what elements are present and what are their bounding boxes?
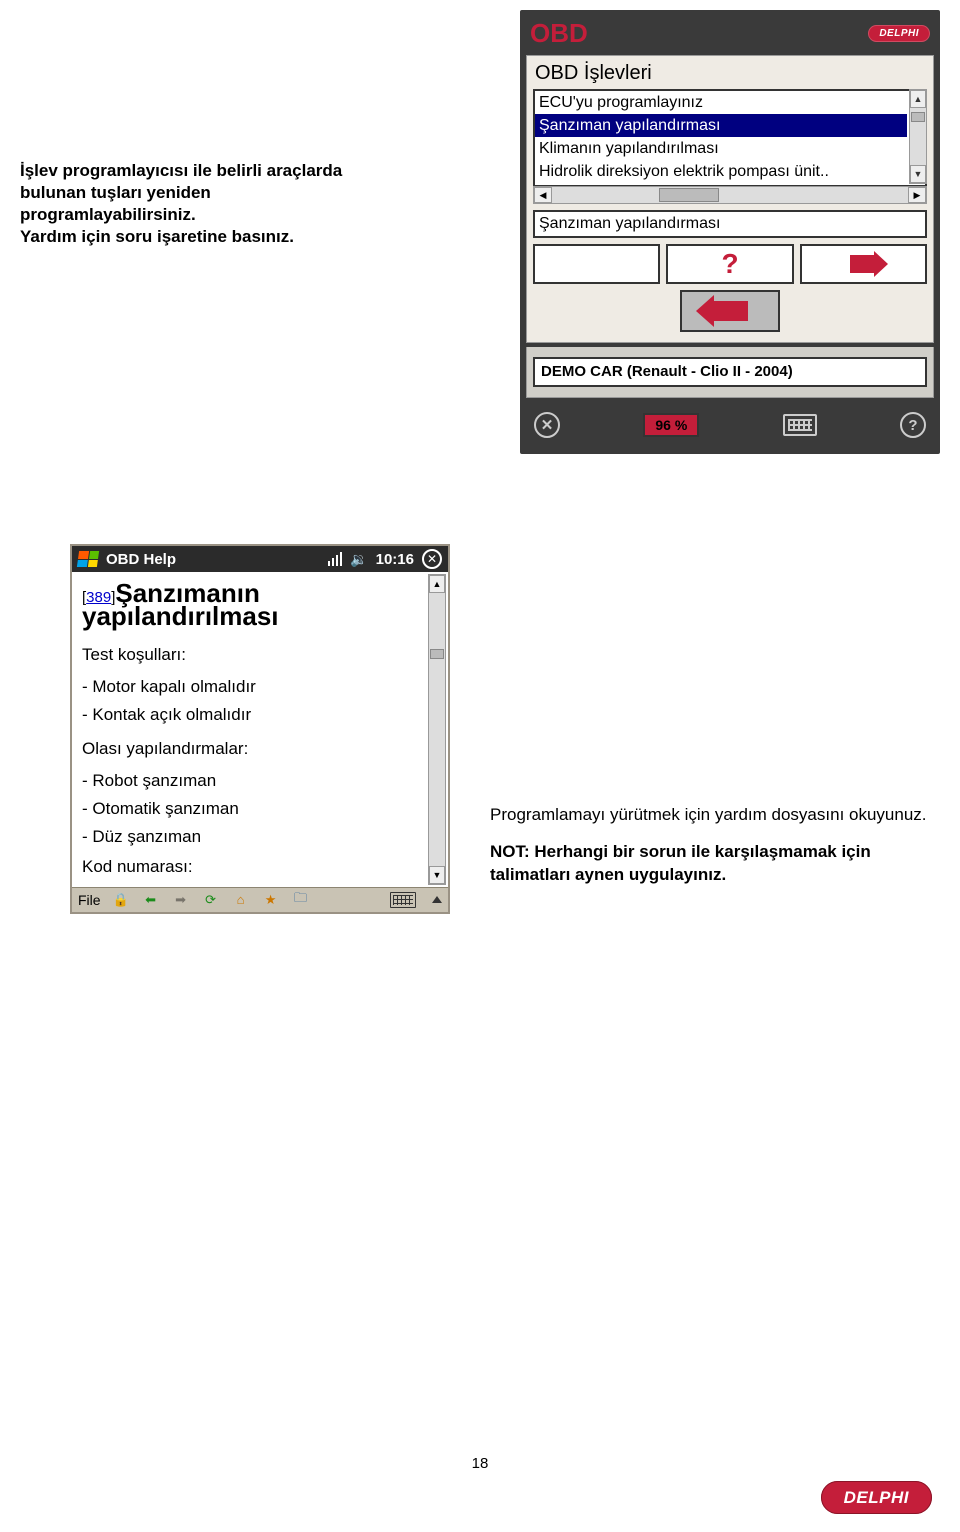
kod-label: Kod numarası: (82, 857, 426, 877)
list-item-0[interactable]: ECU'yu programlayınız (535, 91, 907, 114)
obd-header: OBD DELPHI (526, 16, 934, 51)
scroll-right-icon[interactable]: ▶ (908, 187, 926, 203)
instruction-text-bottom: Programlamayı yürütmek için yardım dosya… (490, 544, 940, 887)
p2: NOT: Herhangi bir sorun ile karşılaşmama… (490, 841, 940, 887)
home-icon[interactable]: ⌂ (231, 891, 251, 909)
function-list: ECU'yu programlayınız Şanzıman yapılandı… (533, 89, 927, 204)
vertical-scrollbar[interactable]: ▲ ▼ (909, 89, 927, 184)
battery-percent: 96 % (643, 413, 699, 437)
back-icon[interactable]: ⬅ (141, 891, 161, 909)
b4: - Otomatik şanzıman (82, 799, 426, 819)
t1: İşlev programlayıcısı ile belirli araçla… (20, 161, 342, 180)
help-body: ▲ ▼ [389]Şanzımanın yapılandırılması Tes… (72, 572, 448, 887)
arrow-left-icon (712, 301, 748, 321)
list-item-2[interactable]: Klimanın yapılandırılması (535, 137, 907, 160)
help-title: OBD Help (106, 551, 176, 568)
b1: - Motor kapalı olmalıdır (82, 677, 426, 697)
scroll-down-icon[interactable]: ▼ (429, 866, 445, 884)
not-label: NOT: (490, 842, 534, 861)
obd-device-window: OBD DELPHI OBD İşlevleri ECU'yu programl… (520, 10, 940, 454)
scroll-up-icon[interactable]: ▲ (910, 90, 926, 108)
list-item-1[interactable]: Şanzıman yapılandırması (535, 114, 907, 137)
signal-icon (328, 552, 342, 566)
page-number: 18 (0, 1455, 960, 1472)
blank-button[interactable] (533, 244, 660, 284)
screen-title: OBD İşlevleri (533, 60, 927, 89)
star-icon[interactable]: ★ (261, 891, 281, 909)
vscroll-thumb[interactable] (911, 112, 925, 122)
car-field: DEMO CAR (Renault - Clio II - 2004) (533, 357, 927, 387)
question-icon: ? (721, 248, 738, 280)
keyboard-icon[interactable] (783, 414, 817, 436)
help-icon[interactable]: ? (900, 412, 926, 438)
section2: Olası yapılandırmalar: (82, 739, 426, 759)
delphi-badge: DELPHI (868, 25, 930, 42)
forward-icon[interactable]: ➡ (171, 891, 191, 909)
close-icon[interactable]: ✕ (422, 549, 442, 569)
help-window: OBD Help 🔉 10:16 ✕ ▲ ▼ [389]Şanzımanın y… (70, 544, 450, 914)
hscroll-thumb[interactable] (659, 188, 719, 202)
obd-screen: OBD İşlevleri ECU'yu programlayınız Şanz… (526, 55, 934, 343)
b5: - Düz şanzıman (82, 827, 426, 847)
keyboard-icon[interactable] (390, 892, 416, 908)
clock: 10:16 (376, 551, 414, 568)
list-item-3[interactable]: Hidrolik direksiyon elektrik pompası üni… (535, 160, 907, 183)
arrow-right-icon (850, 255, 876, 273)
t4: Yardım için soru işaretine basınız. (20, 227, 294, 246)
p2body: Herhangi bir sorun ile karşılaşmamak içi… (490, 842, 871, 884)
horizontal-scrollbar[interactable]: ◀ ▶ (533, 186, 927, 204)
bottom-section: OBD Help 🔉 10:16 ✕ ▲ ▼ [389]Şanzımanın y… (0, 454, 960, 914)
b2: - Kontak açık olmalıdır (82, 705, 426, 725)
scroll-left-icon[interactable]: ◀ (534, 187, 552, 203)
car-panel: DEMO CAR (Renault - Clio II - 2004) (526, 347, 934, 398)
back-button[interactable] (680, 290, 780, 332)
file-menu[interactable]: File (78, 892, 101, 908)
help-h1b: yapılandırılması (82, 603, 426, 630)
bullets2: - Robot şanzıman - Otomatik şanzıman - D… (82, 771, 426, 847)
help-scroll-thumb[interactable] (430, 649, 444, 659)
help-titlebar: OBD Help 🔉 10:16 ✕ (72, 546, 448, 572)
folder-icon[interactable]: 🗀 (291, 891, 311, 909)
bullets1: - Motor kapalı olmalıdır - Kontak açık o… (82, 677, 426, 725)
p1: Programlamayı yürütmek için yardım dosya… (490, 804, 940, 827)
obd-logo: OBD (530, 18, 588, 49)
corner-brand: DELPHI (821, 1488, 932, 1508)
b3: - Robot şanzıman (82, 771, 426, 791)
selected-value: Şanzıman yapılandırması (533, 210, 927, 238)
help-button[interactable]: ? (666, 244, 793, 284)
windows-icon[interactable] (77, 551, 99, 567)
lock-icon[interactable]: 🔒 (111, 891, 131, 909)
close-icon[interactable]: ✕ (534, 412, 560, 438)
scroll-up-icon[interactable]: ▲ (429, 575, 445, 593)
t2: bulunan tuşları yeniden (20, 183, 211, 202)
menu-up-icon[interactable] (432, 896, 442, 903)
delphi-badge: DELPHI (821, 1481, 932, 1514)
obd-footer: ✕ 96 % ? (526, 402, 934, 448)
instruction-text-top: İşlev programlayıcısı ile belirli araçla… (20, 10, 500, 248)
reload-icon[interactable]: ⟳ (201, 891, 221, 909)
speaker-icon[interactable]: 🔉 (350, 551, 367, 568)
section1: Test koşulları: (82, 645, 426, 665)
help-bottom-bar: File 🔒 ⬅ ➡ ⟳ ⌂ ★ 🗀 (72, 887, 448, 912)
list-body[interactable]: ECU'yu programlayınız Şanzıman yapılandı… (533, 89, 927, 187)
action-buttons: ? (533, 244, 927, 284)
scroll-down-icon[interactable]: ▼ (910, 165, 926, 183)
forward-button[interactable] (800, 244, 927, 284)
t3: programlayabilirsiniz. (20, 205, 196, 224)
top-section: İşlev programlayıcısı ile belirli araçla… (0, 0, 960, 454)
help-scrollbar[interactable]: ▲ ▼ (428, 574, 446, 885)
back-row (533, 284, 927, 334)
